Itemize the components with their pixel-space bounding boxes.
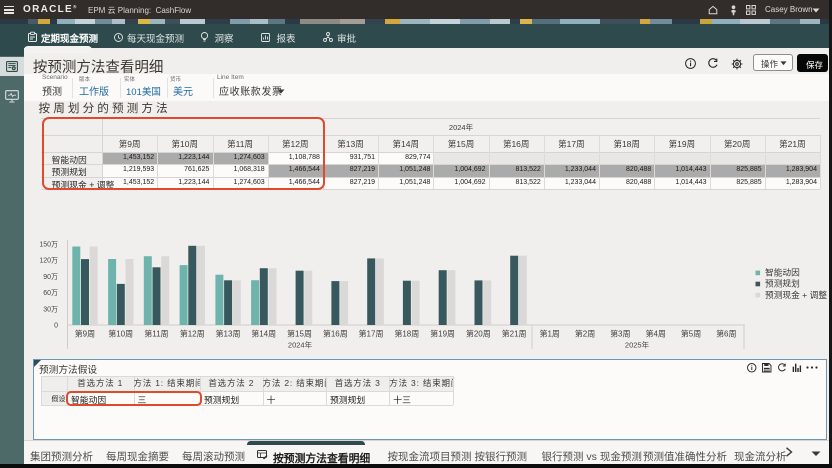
svg-text:第18周: 第18周 [394, 329, 419, 339]
svg-text:第6周: 第6周 [716, 329, 736, 339]
svg-text:第10周: 第10周 [108, 329, 133, 339]
svg-text:第4周: 第4周 [645, 329, 665, 339]
svg-text:90万: 90万 [43, 273, 58, 281]
svg-text:120万: 120万 [39, 257, 58, 265]
svg-text:第9周: 第9周 [75, 329, 95, 339]
svg-text:第14周: 第14周 [251, 329, 276, 339]
svg-text:第13周: 第13周 [216, 329, 241, 339]
svg-text:2024年: 2024年 [288, 340, 313, 350]
svg-text:第16周: 第16周 [323, 329, 348, 339]
svg-text:0: 0 [54, 323, 58, 330]
svg-text:60万: 60万 [43, 289, 58, 297]
svg-text:第3周: 第3周 [610, 329, 630, 339]
svg-text:第2周: 第2周 [575, 329, 595, 339]
svg-text:第5周: 第5周 [681, 329, 701, 339]
svg-text:第20周: 第20周 [466, 329, 491, 339]
svg-text:第21周: 第21周 [502, 329, 527, 339]
svg-text:第1周: 第1周 [539, 329, 559, 339]
svg-text:第12周: 第12周 [180, 329, 205, 339]
svg-text:2025年: 2025年 [625, 340, 650, 350]
svg-text:智能动因: 智能动因 [765, 267, 800, 278]
svg-text:150万: 150万 [39, 241, 58, 249]
svg-text:第11周: 第11周 [144, 329, 168, 339]
svg-text:预测现金 + 调整: 预测现金 + 调整 [765, 289, 827, 300]
svg-text:第15周: 第15周 [287, 329, 312, 339]
svg-text:预测规划: 预测规划 [765, 278, 800, 289]
svg-text:第17周: 第17周 [359, 329, 384, 339]
svg-text:30万: 30万 [43, 305, 58, 313]
svg-text:第19周: 第19周 [430, 329, 455, 339]
